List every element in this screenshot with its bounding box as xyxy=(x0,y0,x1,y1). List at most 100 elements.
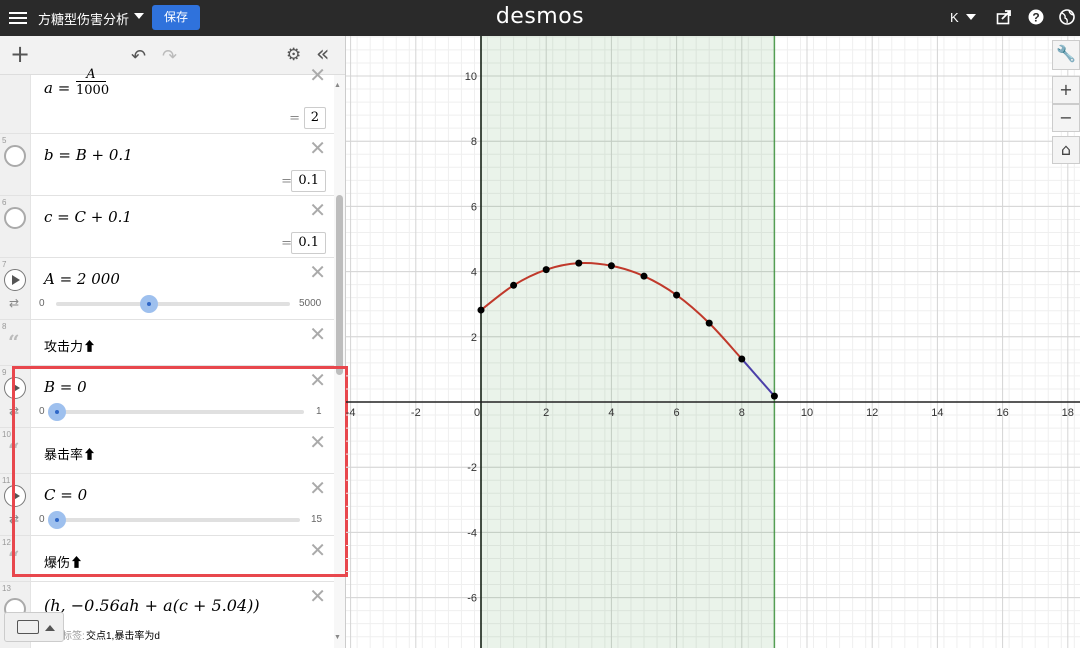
note-quote-icon: “ xyxy=(8,330,20,354)
slider-A[interactable]: 7 ⇄ ✕ A = 2 000 0 5000 xyxy=(0,258,334,320)
expression-toolbar: + ↶ ↷ ⚙ « xyxy=(0,36,345,75)
delete-expression-icon[interactable]: ✕ xyxy=(309,586,326,606)
delete-expression-icon[interactable]: ✕ xyxy=(309,324,326,344)
note-text[interactable]: 攻击力⬆ xyxy=(44,336,96,355)
hidden-toggle-icon[interactable] xyxy=(4,207,26,229)
expression-b[interactable]: 5 ✕ b = B + 0.1 = 0.1 xyxy=(0,134,334,196)
expression-gutter: 8 “ xyxy=(0,320,31,365)
y-tick-label: 10 xyxy=(465,71,477,83)
expression-lhs: a = xyxy=(44,79,71,97)
keyboard-icon xyxy=(17,620,39,634)
loop-icon[interactable]: ⇄ xyxy=(9,296,19,310)
curve-point xyxy=(770,392,778,400)
x-tick-label: 10 xyxy=(801,407,813,419)
expression-index: 5 xyxy=(2,136,7,145)
expression-c[interactable]: 6 ✕ c = C + 0.1 = 0.1 xyxy=(0,196,334,258)
delete-expression-icon[interactable]: ✕ xyxy=(309,65,326,85)
zoom-in-button[interactable]: + xyxy=(1052,76,1080,104)
settings-gear-icon[interactable]: ⚙ xyxy=(286,45,301,65)
x-tick-label: 2 xyxy=(543,407,549,419)
fraction-bar xyxy=(76,81,106,82)
x-tick-label: 4 xyxy=(608,407,614,419)
evaluation-value: 0.1 xyxy=(291,232,326,254)
zoom-out-button[interactable]: − xyxy=(1052,104,1080,132)
curve-point xyxy=(510,281,518,289)
keyboard-toggle-button[interactable] xyxy=(4,612,64,642)
expression-index: 8 xyxy=(2,322,7,331)
delete-expression-icon[interactable]: ✕ xyxy=(309,138,326,158)
x-tick-label: 14 xyxy=(931,407,943,419)
equals-sign: = xyxy=(289,111,300,126)
scroll-up-icon[interactable]: ▲ xyxy=(334,82,341,89)
expression-index: 6 xyxy=(2,198,7,207)
slider-track[interactable] xyxy=(56,302,290,306)
x-tick-label: 18 xyxy=(1062,407,1074,419)
globe-icon[interactable] xyxy=(1059,9,1075,25)
expression-gutter: 7 ⇄ xyxy=(0,258,31,319)
expression-text[interactable]: (h, −0.56ah + a(c + 5.04)) xyxy=(44,596,260,615)
play-slider-icon[interactable] xyxy=(4,269,26,291)
expression-text[interactable]: A = 2 000 xyxy=(44,270,120,288)
curve-point xyxy=(607,262,615,270)
graph-canvas[interactable]: -4 -2 0 2 4 6 8 10 12 14 16 18 10 8 6 4 2 -2 -4 -6 xyxy=(346,36,1080,648)
fraction-denominator: 1000 xyxy=(76,83,110,98)
graph-settings-wrench-icon[interactable]: 🔧 xyxy=(1052,40,1080,70)
x-tick-label: 0 xyxy=(474,407,480,419)
y-tick-label: 8 xyxy=(471,136,477,148)
label-prefix: 标签: xyxy=(62,631,85,642)
x-tick-label: 8 xyxy=(739,407,745,419)
delete-expression-icon[interactable]: ✕ xyxy=(309,200,326,220)
slider-handle[interactable] xyxy=(140,295,158,313)
scroll-down-icon[interactable]: ▼ xyxy=(334,634,341,641)
point-label-text[interactable]: 交点1,暴击率为d xyxy=(86,627,160,642)
help-icon[interactable]: ? xyxy=(1028,9,1044,25)
slider-max[interactable]: 5000 xyxy=(299,298,321,309)
evaluation-value: 2 xyxy=(303,107,326,129)
expression-index: 7 xyxy=(2,260,7,269)
y-tick-label: -4 xyxy=(467,527,477,539)
caret-up-icon xyxy=(45,625,55,631)
expression-gutter: 6 xyxy=(0,196,31,257)
y-tick-label: -6 xyxy=(467,593,477,605)
home-view-icon[interactable]: ⌂ xyxy=(1052,136,1080,164)
fraction-numerator: A xyxy=(86,67,96,82)
curve-point xyxy=(673,291,681,299)
expression-text[interactable]: b = B + 0.1 xyxy=(44,146,133,164)
share-icon[interactable] xyxy=(996,9,1012,25)
x-tick-label: 12 xyxy=(866,407,878,419)
evaluation-value: 0.1 xyxy=(291,170,326,192)
note-attack[interactable]: 8 “ ✕ 攻击力⬆ xyxy=(0,320,334,366)
expression-index: 13 xyxy=(2,584,11,593)
shaded-region xyxy=(481,36,775,648)
y-tick-label: -2 xyxy=(467,462,477,474)
x-tick-label: 6 xyxy=(674,407,680,419)
scrollbar-thumb[interactable] xyxy=(336,195,343,375)
expression-gutter: 5 xyxy=(0,134,31,195)
y-tick-label: 6 xyxy=(471,201,477,213)
slider-min[interactable]: 0 xyxy=(39,298,45,309)
curve-point xyxy=(575,259,583,267)
expression-gutter xyxy=(0,75,31,133)
y-tick-label: 4 xyxy=(471,267,477,279)
user-dropdown-icon[interactable] xyxy=(966,14,976,20)
curve-point xyxy=(477,306,485,314)
highlight-box xyxy=(12,366,348,577)
redo-icon[interactable]: ↷ xyxy=(162,46,177,67)
undo-icon[interactable]: ↶ xyxy=(131,46,146,67)
curve-point xyxy=(640,272,648,280)
x-tick-label: -4 xyxy=(346,407,355,419)
curve-point xyxy=(738,355,746,363)
add-item-icon[interactable]: + xyxy=(10,42,30,66)
curve-point xyxy=(705,319,713,327)
top-bar: 方糖型伤害分析 保存 desmos K ? xyxy=(0,0,1080,36)
expression-index: 9 xyxy=(2,368,7,377)
expression-a[interactable]: ✕ a = A 1000 = 2 xyxy=(0,65,334,134)
expression-index: 11 xyxy=(2,476,11,485)
desmos-logo: desmos xyxy=(495,4,585,29)
hidden-toggle-icon[interactable] xyxy=(4,145,26,167)
svg-text:?: ? xyxy=(1032,11,1039,25)
user-menu[interactable]: K xyxy=(950,10,959,25)
expression-text[interactable]: c = C + 0.1 xyxy=(44,208,132,226)
delete-expression-icon[interactable]: ✕ xyxy=(309,262,326,282)
x-tick-label: -2 xyxy=(411,407,421,419)
